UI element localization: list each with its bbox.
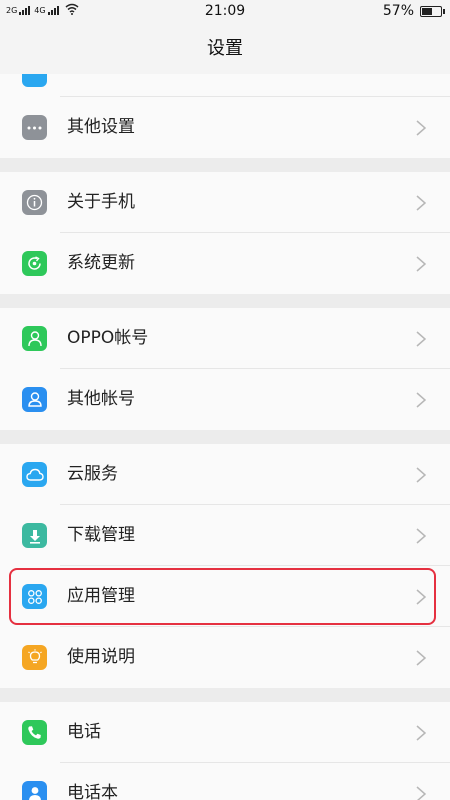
info-icon <box>22 190 47 215</box>
list-item-label: 系统更新 <box>67 253 135 273</box>
oppo-account-icon <box>22 326 47 351</box>
chevron-right-icon <box>416 650 427 666</box>
list-item-other-settings[interactable]: 其他设置 <box>0 97 450 158</box>
chevron-right-icon <box>416 195 427 211</box>
partial-icon <box>22 74 47 87</box>
app-header: 设置 <box>0 24 450 74</box>
section-separator <box>0 294 450 308</box>
list-item-about-phone[interactable]: 关于手机 <box>0 172 450 233</box>
system-update-icon <box>22 251 47 276</box>
chevron-right-icon <box>416 331 427 347</box>
contacts-icon <box>22 781 47 800</box>
list-item-label: 电话本 <box>67 783 118 800</box>
phone-icon <box>22 720 47 745</box>
chevron-right-icon <box>416 467 427 483</box>
list-item-label: 使用说明 <box>67 647 135 667</box>
battery-icon <box>420 5 445 17</box>
lightbulb-icon <box>22 645 47 670</box>
download-icon <box>22 523 47 548</box>
cloud-icon <box>22 462 47 487</box>
list-item-contacts[interactable]: 电话本 <box>0 763 450 800</box>
list-item-user-guide[interactable]: 使用说明 <box>0 627 450 688</box>
more-dots-icon <box>22 115 47 140</box>
other-account-icon <box>22 387 47 412</box>
list-item[interactable] <box>0 74 450 97</box>
chevron-right-icon <box>416 392 427 408</box>
list-item-label: 其他帐号 <box>67 389 135 409</box>
chevron-right-icon <box>416 725 427 741</box>
section-separator <box>0 688 450 702</box>
section-separator <box>0 430 450 444</box>
list-item-label: 云服务 <box>67 464 118 484</box>
list-item-label: 下载管理 <box>67 525 135 545</box>
list-item-other-accounts[interactable]: 其他帐号 <box>0 369 450 430</box>
list-item-label: 电话 <box>67 722 101 742</box>
status-bar: 2G 4G 21:09 57% <box>0 0 450 24</box>
section-separator <box>0 158 450 172</box>
list-item-cloud-service[interactable]: 云服务 <box>0 444 450 505</box>
chevron-right-icon <box>416 786 427 800</box>
page-title: 设置 <box>207 38 243 59</box>
battery-percent: 57% <box>382 3 414 19</box>
list-item-label: 其他设置 <box>67 117 135 137</box>
list-item-label: 关于手机 <box>67 192 135 212</box>
list-item-oppo-account[interactable]: OPPO帐号 <box>0 308 450 369</box>
chevron-right-icon <box>416 528 427 544</box>
list-item-system-update[interactable]: 系统更新 <box>0 233 450 294</box>
highlight-box <box>9 568 436 625</box>
list-item-phone[interactable]: 电话 <box>0 702 450 763</box>
list-item-label: OPPO帐号 <box>67 328 149 348</box>
chevron-right-icon <box>416 120 427 136</box>
list-item-download-management[interactable]: 下载管理 <box>0 505 450 566</box>
chevron-right-icon <box>416 256 427 272</box>
